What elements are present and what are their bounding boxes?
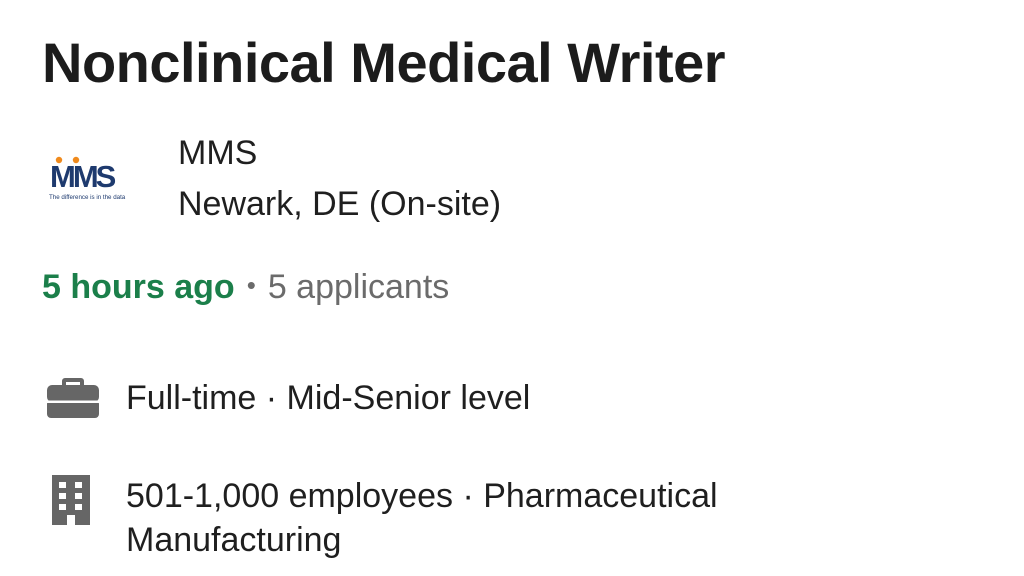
posting-meta: 5 hours ago • 5 applicants [42,268,449,307]
briefcase-icon [46,372,100,420]
meta-separator: • [246,270,256,300]
svg-text:The difference is in the data: The difference is in the data [49,194,126,201]
company-info: MMS The difference is in the data MMS Ne… [46,130,746,230]
posted-time: 5 hours ago [42,268,235,306]
job-location: Newark, DE (On-site) [178,185,502,223]
applicant-count: 5 applicants [267,268,450,306]
building-icon [46,474,96,526]
job-details-page: Nonclinical Medical Writer MMS The diffe… [0,0,1024,576]
company-name[interactable]: MMS [178,134,257,173]
job-type-text: Full-time · Mid-Senior level [126,379,531,417]
svg-text:MMS: MMS [50,159,116,194]
job-title: Nonclinical Medical Writer [42,31,726,94]
company-size-text: 501-1,000 employees · Pharmaceutical Man… [126,477,718,559]
company-logo[interactable]: MMS The difference is in the data [46,154,146,202]
